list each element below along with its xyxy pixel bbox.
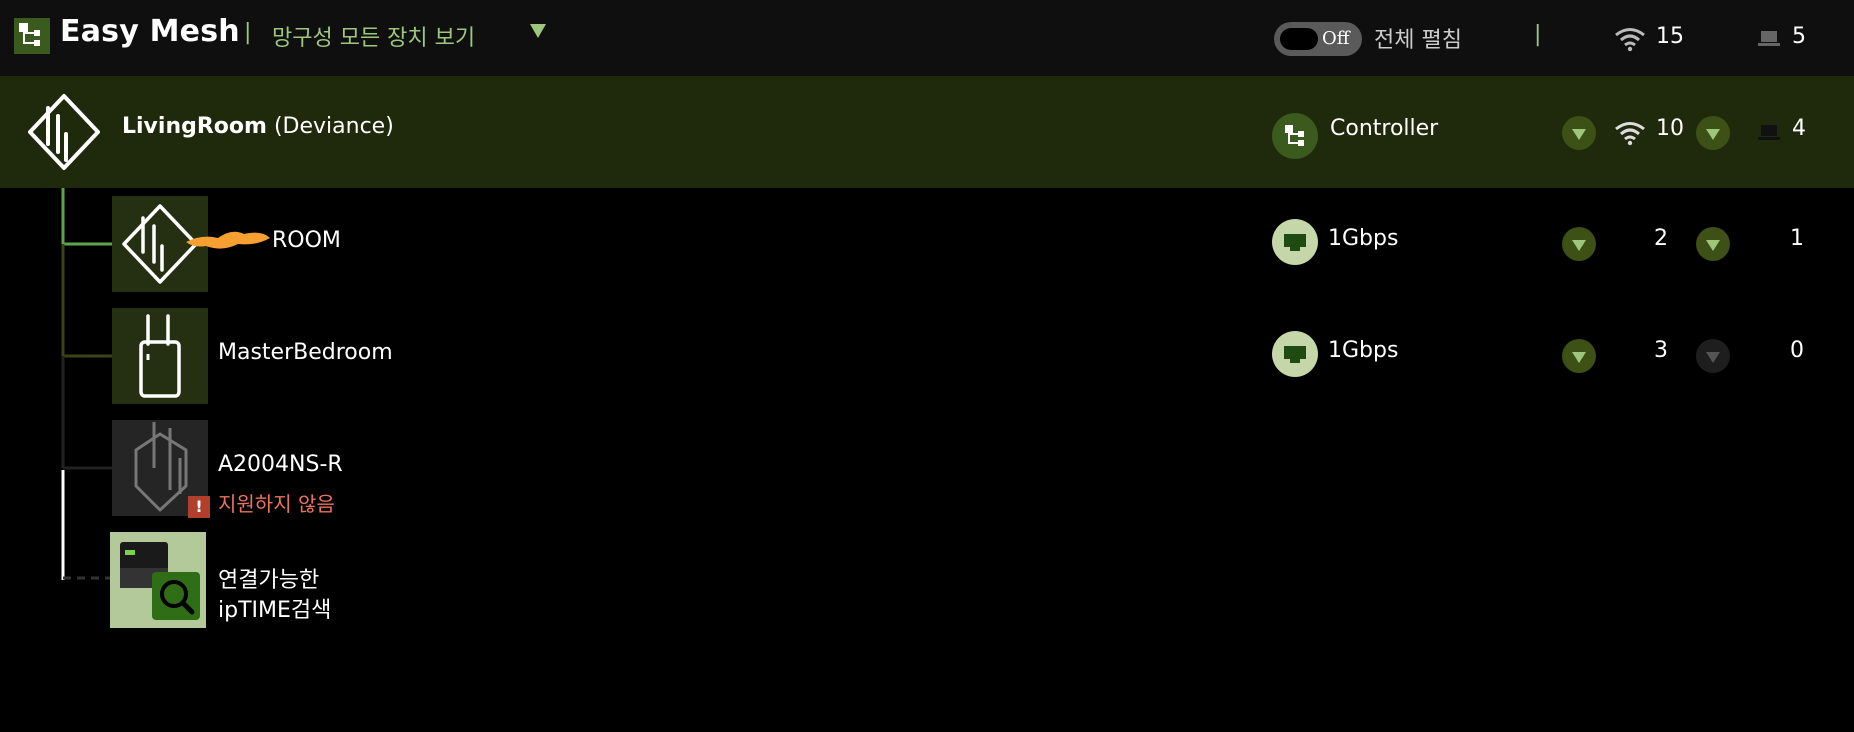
wired-device-icon: [1756, 122, 1782, 148]
header-separator: |: [244, 20, 252, 45]
controller-model: (Deviance): [273, 114, 394, 139]
node-wired-count: 0: [1790, 338, 1804, 363]
node-link-speed: 1Gbps: [1328, 226, 1399, 251]
total-wifi-count: 15: [1656, 24, 1684, 49]
node-wifi-expand-button[interactable]: [1562, 227, 1596, 261]
mesh-node-row[interactable]: ROOM 1Gbps 2 1: [0, 196, 1854, 292]
node-wired-expand-button[interactable]: [1696, 227, 1730, 261]
controller-wired-expand-button[interactable]: [1696, 116, 1730, 150]
controller-name: LivingRoom: [122, 114, 267, 139]
wired-device-icon: [1756, 28, 1782, 54]
device-search-icon: [120, 542, 200, 620]
top-bar: Easy Mesh | 망구성 모든 장치 보기 Off 전체 펼침 | 15 …: [0, 0, 1854, 76]
expand-all-toggle[interactable]: Off: [1274, 22, 1362, 56]
ethernet-link-icon: [1272, 219, 1318, 265]
view-filter-dropdown[interactable]: 망구성 모든 장치 보기: [272, 20, 475, 52]
node-wired-expand-button[interactable]: [1696, 339, 1730, 373]
toggle-knob: [1280, 28, 1318, 50]
total-wired-count: 5: [1792, 24, 1806, 49]
node-name: ROOM: [272, 228, 341, 253]
controller-role-label: Controller: [1330, 116, 1439, 141]
dropdown-arrow-icon[interactable]: [530, 24, 546, 38]
search-label-line-2: ipTIME검색: [218, 598, 332, 623]
node-link-speed: 1Gbps: [1328, 338, 1399, 363]
app-title: Easy Mesh: [60, 14, 240, 49]
wifi-icon: [1614, 120, 1646, 150]
mesh-node-row-unsupported[interactable]: ! A2004NS-R 지원하지 않음: [0, 420, 1854, 518]
node-wifi-count: 3: [1654, 338, 1668, 363]
unsupported-status-label: 지원하지 않음: [218, 492, 335, 516]
redaction-mark: [182, 224, 274, 258]
node-name: MasterBedroom: [218, 340, 393, 365]
expand-all-label: 전체 펼침: [1374, 28, 1462, 53]
controller-wifi-expand-button[interactable]: [1562, 116, 1596, 150]
controller-row[interactable]: LivingRoom (Deviance) Controller 10 4: [0, 76, 1854, 188]
node-wired-count: 1: [1790, 226, 1804, 251]
mesh-node-row[interactable]: MasterBedroom 1Gbps 3 0: [0, 308, 1854, 404]
node-name: A2004NS-R: [218, 452, 343, 477]
controller-wifi-count: 10: [1656, 116, 1684, 141]
node-wifi-expand-button[interactable]: [1562, 339, 1596, 373]
extender-icon: [139, 314, 181, 398]
easy-mesh-logo-icon: [14, 18, 50, 54]
search-label-line-1: 연결가능한: [218, 568, 320, 593]
router-controller-icon: [26, 92, 102, 176]
ethernet-link-icon: [1272, 331, 1318, 377]
controller-wired-count: 4: [1792, 116, 1806, 141]
toggle-state-label: Off: [1322, 28, 1350, 49]
controller-role-icon: [1272, 113, 1318, 159]
header-separator-2: |: [1534, 22, 1542, 47]
warning-icon: !: [188, 496, 210, 518]
node-wifi-count: 2: [1654, 226, 1668, 251]
wifi-icon: [1614, 26, 1646, 56]
search-iptime-item[interactable]: 연결가능한 ipTIME검색: [0, 532, 600, 628]
node-thumbnail: [112, 308, 208, 404]
search-device-thumbnail: [110, 532, 206, 628]
